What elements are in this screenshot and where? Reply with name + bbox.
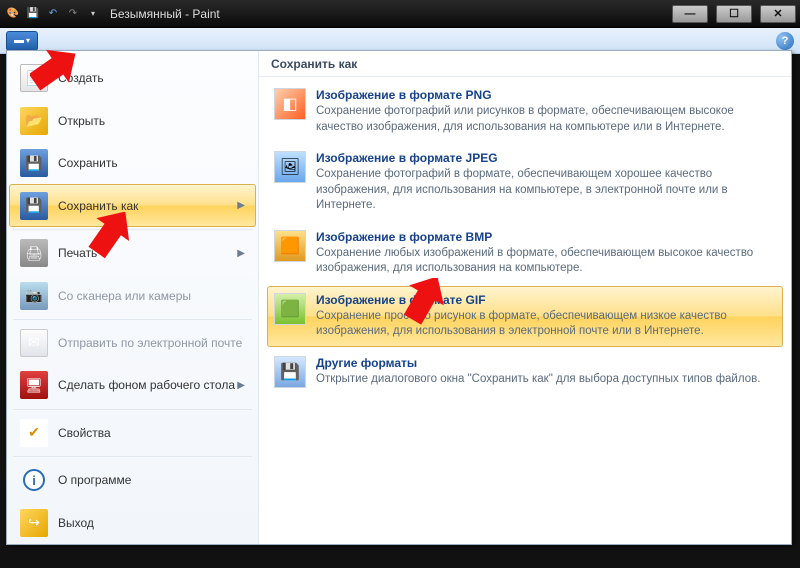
save-as-bmp[interactable]: 🟧 Изображение в формате BMP Сохранение л… bbox=[267, 223, 783, 284]
gif-icon: 🟩 bbox=[274, 293, 306, 325]
png-icon: ◧ bbox=[274, 88, 306, 120]
subitem-desc: Сохранение простого рисунок в формате, о… bbox=[316, 309, 776, 340]
subitem-title: Изображение в формате BMP bbox=[316, 230, 776, 244]
close-button[interactable]: ✕ bbox=[760, 5, 796, 23]
about-icon: i bbox=[23, 469, 45, 491]
menu-separator bbox=[13, 409, 252, 410]
maximize-button[interactable]: ☐ bbox=[716, 5, 752, 23]
save-as-png[interactable]: ◧ Изображение в формате PNG Сохранение ф… bbox=[267, 81, 783, 142]
window-title: Безымянный - Paint bbox=[110, 7, 672, 21]
other-formats-icon: 💾 bbox=[274, 356, 306, 388]
annotation-arrow-2 bbox=[86, 212, 146, 272]
bmp-icon: 🟧 bbox=[274, 230, 306, 262]
menu-item-save[interactable]: 💾 Сохранить bbox=[9, 142, 256, 184]
menu-item-properties[interactable]: ✔ Свойства bbox=[9, 412, 256, 454]
subitem-desc: Сохранение фотографий в формате, обеспеч… bbox=[316, 167, 776, 214]
subitem-title: Изображение в формате PNG bbox=[316, 88, 776, 102]
submenu-arrow-icon: ▶ bbox=[237, 248, 245, 259]
subitem-title: Другие форматы bbox=[316, 356, 760, 370]
desktop-bg-icon: 🖥 bbox=[20, 371, 48, 399]
jpeg-icon: 🖼 bbox=[274, 151, 306, 183]
scanner-icon: 📷 bbox=[20, 282, 48, 310]
submenu-arrow-icon: ▶ bbox=[237, 200, 245, 211]
file-menu-dropdown: 📄 Создать 📂 Открыть 💾 Сохранить 💾 Сохран… bbox=[6, 50, 792, 545]
open-icon: 📂 bbox=[20, 107, 48, 135]
menu-item-about[interactable]: i О программе bbox=[9, 459, 256, 501]
qat-save-icon[interactable]: 💾 bbox=[24, 5, 42, 23]
save-icon: 💾 bbox=[20, 149, 48, 177]
menu-item-label: Со сканера или камеры bbox=[58, 289, 191, 303]
annotation-arrow-3 bbox=[400, 278, 460, 348]
qat-undo-icon[interactable]: ↶ bbox=[44, 5, 62, 23]
menu-item-exit[interactable]: ↪ Выход bbox=[9, 502, 256, 544]
menu-item-label: Свойства bbox=[58, 426, 111, 440]
save-as-other[interactable]: 💾 Другие форматы Открытие диалогового ок… bbox=[267, 349, 783, 395]
qat-redo-icon[interactable]: ↷ bbox=[64, 5, 82, 23]
menu-item-label: О программе bbox=[58, 473, 131, 487]
quick-access-toolbar: 🎨 💾 ↶ ↷ ▾ bbox=[4, 5, 102, 23]
help-button[interactable]: ? bbox=[776, 32, 794, 50]
properties-icon: ✔ bbox=[20, 419, 48, 447]
subitem-desc: Сохранение фотографий или рисунков в фор… bbox=[316, 104, 776, 135]
save-as-panel-header: Сохранить как bbox=[259, 51, 791, 77]
menu-separator bbox=[13, 319, 252, 320]
mail-icon: ✉ bbox=[20, 329, 48, 357]
titlebar: 🎨 💾 ↶ ↷ ▾ Безымянный - Paint — ☐ ✕ bbox=[0, 0, 800, 28]
exit-icon: ↪ bbox=[20, 509, 48, 537]
menu-item-label: Выход bbox=[58, 516, 94, 530]
subitem-title: Изображение в формате JPEG bbox=[316, 151, 776, 165]
save-as-jpeg[interactable]: 🖼 Изображение в формате JPEG Сохранение … bbox=[267, 144, 783, 221]
annotation-arrow-1 bbox=[30, 48, 90, 108]
subitem-desc: Открытие диалогового окна "Сохранить как… bbox=[316, 372, 760, 388]
app-icon[interactable]: 🎨 bbox=[4, 5, 22, 23]
save-as-icon: 💾 bbox=[20, 192, 48, 220]
minimize-button[interactable]: — bbox=[672, 5, 708, 23]
submenu-arrow-icon: ▶ bbox=[237, 380, 245, 391]
file-menu-right-pane: Сохранить как ◧ Изображение в формате PN… bbox=[259, 51, 791, 544]
menu-item-label: Отправить по электронной почте bbox=[58, 336, 242, 350]
print-icon: 🖨 bbox=[20, 239, 48, 267]
file-menu-left-pane: 📄 Создать 📂 Открыть 💾 Сохранить 💾 Сохран… bbox=[7, 51, 259, 544]
menu-item-label: Сохранить как bbox=[58, 199, 138, 213]
menu-item-set-desktop[interactable]: 🖥 Сделать фоном рабочего стола ▶ bbox=[9, 364, 256, 406]
menu-item-scan: 📷 Со сканера или камеры bbox=[9, 274, 256, 316]
subitem-title: Изображение в формате GIF bbox=[316, 293, 776, 307]
menu-item-email: ✉ Отправить по электронной почте bbox=[9, 322, 256, 364]
menu-item-label: Сохранить bbox=[58, 156, 118, 170]
menu-item-label: Открыть bbox=[58, 114, 105, 128]
menu-item-label: Сделать фоном рабочего стола bbox=[58, 378, 235, 392]
qat-customize-icon[interactable]: ▾ bbox=[84, 5, 102, 23]
menu-separator bbox=[13, 456, 252, 457]
subitem-desc: Сохранение любых изображений в формате, … bbox=[316, 246, 776, 277]
save-as-gif[interactable]: 🟩 Изображение в формате GIF Сохранение п… bbox=[267, 286, 783, 347]
